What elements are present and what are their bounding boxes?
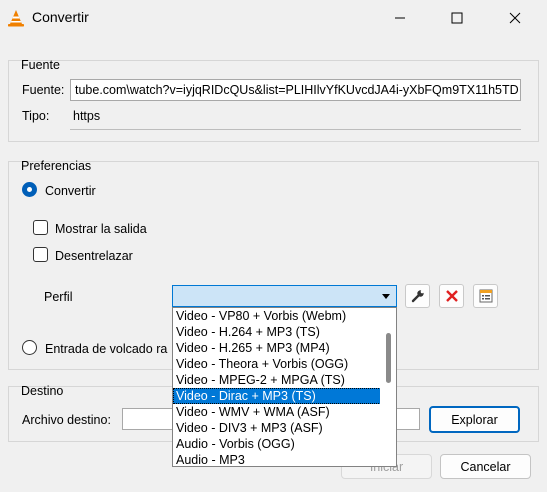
maximize-icon	[451, 12, 463, 24]
destination-group-title: Destino	[21, 384, 64, 398]
chevron-down-icon	[382, 294, 390, 299]
profile-combobox[interactable]	[172, 285, 397, 307]
profile-option[interactable]: Video - DIV3 + MP3 (ASF)	[173, 420, 381, 436]
dropdown-scrollbar[interactable]	[380, 308, 396, 466]
type-label: Tipo:	[22, 109, 50, 123]
maximize-button[interactable]	[434, 0, 480, 36]
wrench-icon	[411, 290, 424, 303]
title-bar: Convertir	[0, 0, 547, 36]
deinterlace-label: Desentrelazar	[55, 249, 133, 263]
profile-label: Perfil	[44, 290, 73, 304]
close-button[interactable]	[492, 0, 538, 36]
profile-option[interactable]: Audio - Vorbis (OGG)	[173, 436, 381, 452]
browse-button[interactable]: Explorar	[429, 406, 520, 433]
profile-option[interactable]: Audio - MP3	[173, 452, 381, 466]
profile-option[interactable]: Video - Dirac + MP3 (TS)	[173, 388, 381, 404]
profile-option[interactable]: Video - H.265 + MP3 (MP4)	[173, 340, 381, 356]
profile-option[interactable]: Video - MPEG-2 + MPGA (TS)	[173, 372, 381, 388]
convert-radio[interactable]	[22, 182, 37, 197]
source-label: Fuente:	[22, 83, 65, 97]
deinterlace-checkbox[interactable]	[33, 247, 48, 262]
minimize-icon	[395, 17, 405, 19]
profile-list-icon	[479, 289, 492, 303]
dump-raw-radio[interactable]	[22, 340, 37, 355]
profile-option[interactable]: Video - H.264 + MP3 (TS)	[173, 324, 381, 340]
show-output-checkbox[interactable]	[33, 220, 48, 235]
red-x-icon	[445, 290, 458, 302]
vlc-cone-icon	[8, 10, 24, 27]
edit-profile-button[interactable]	[405, 284, 430, 308]
destination-file-label: Archivo destino:	[22, 413, 111, 427]
dump-raw-label: Entrada de volcado ra	[45, 342, 168, 356]
type-underline	[70, 129, 521, 130]
profile-options: Video - VP80 + Vorbis (Webm) Video - H.2…	[173, 308, 381, 466]
minimize-button[interactable]	[377, 0, 423, 36]
show-output-label: Mostrar la salida	[55, 222, 147, 236]
convert-label: Convertir	[45, 184, 96, 198]
profile-option[interactable]: Video - VP80 + Vorbis (Webm)	[173, 308, 381, 324]
cancel-button[interactable]: Cancelar	[440, 454, 531, 479]
profile-option[interactable]: Video - Theora + Vorbis (OGG)	[173, 356, 381, 372]
preferences-group-title: Preferencias	[21, 159, 92, 173]
source-input[interactable]: tube.com\watch?v=iyjqRIDcQUs&list=PLIHIl…	[70, 79, 521, 101]
delete-profile-button[interactable]	[439, 284, 464, 308]
window-title: Convertir	[32, 9, 89, 25]
new-profile-button[interactable]	[473, 284, 498, 308]
source-group-title: Fuente	[21, 58, 60, 72]
scrollbar-thumb[interactable]	[386, 333, 391, 383]
profile-option[interactable]: Video - WMV + WMA (ASF)	[173, 404, 381, 420]
profile-dropdown-list: Video - VP80 + Vorbis (Webm) Video - H.2…	[172, 307, 397, 467]
type-value: https	[73, 109, 101, 123]
close-icon	[509, 12, 521, 24]
